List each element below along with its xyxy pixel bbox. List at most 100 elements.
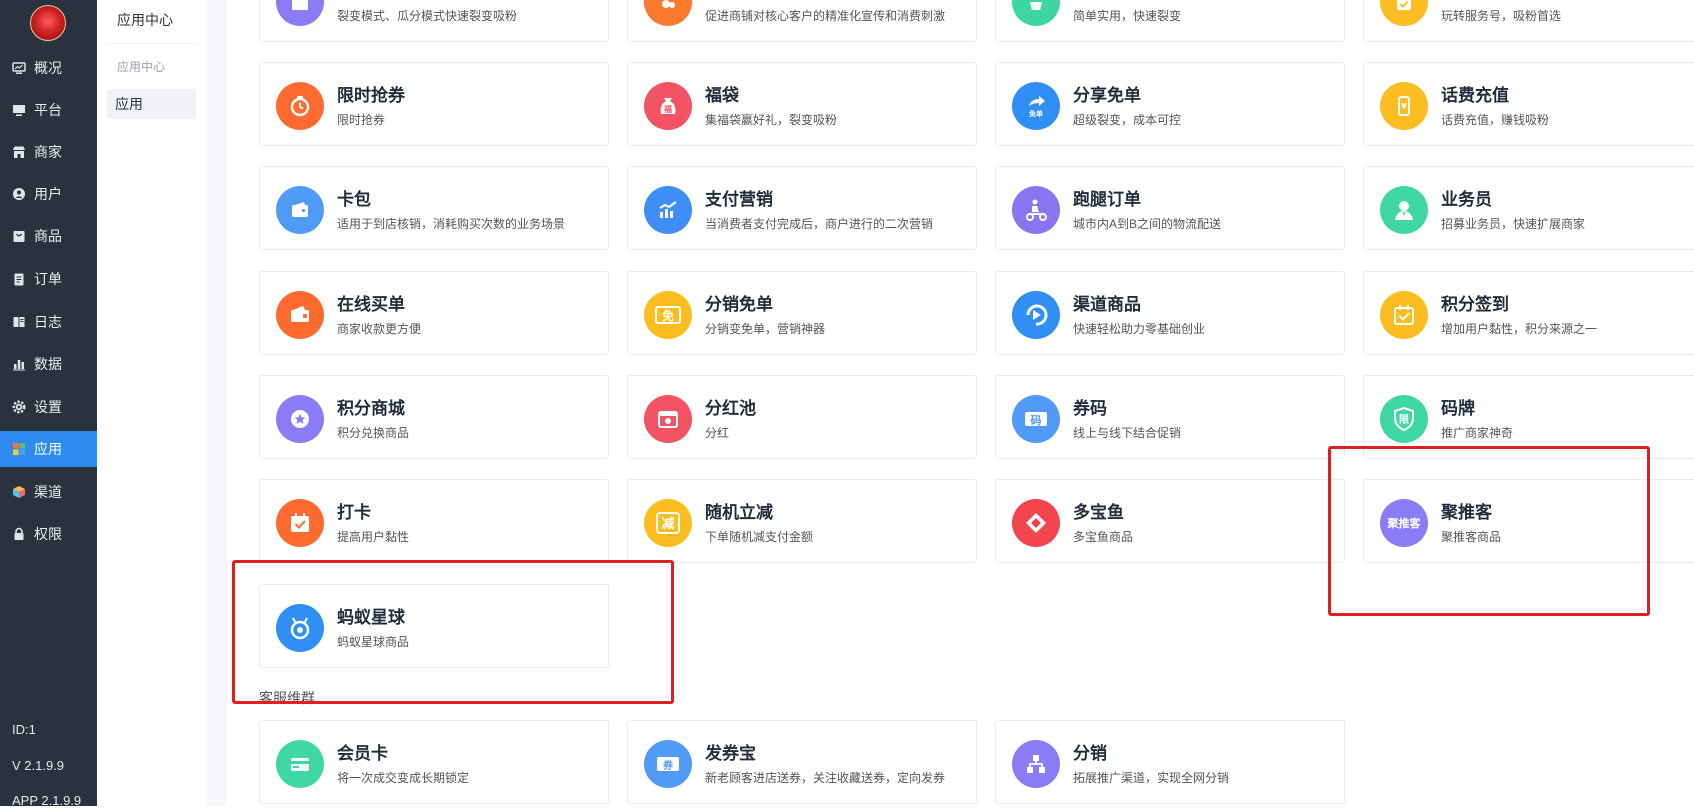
growth-chart-icon [644, 186, 692, 234]
distribution-tree-icon [1012, 740, 1060, 788]
play-circle-icon [1012, 291, 1060, 339]
user-id: ID:1 [12, 722, 36, 737]
app-card-lucky-bag[interactable]: 福 福袋 集福袋赢好礼，裂变吸粉 [627, 62, 977, 146]
app-card-title: 渠道商品 [1073, 295, 1141, 314]
nav-item-label: 渠道 [34, 484, 62, 500]
section-label: 客服维群 [259, 690, 315, 706]
apps-grid-icon [12, 442, 26, 456]
app-card-desc: 集福袋赢好礼，裂变吸粉 [705, 113, 838, 127]
free-ticket-glyph: 免 [662, 308, 674, 323]
gift-icon [276, 0, 324, 26]
app-card-title: 分红池 [705, 399, 756, 418]
app-card-card-wallet[interactable]: 卡包 适用于到店核销，消耗购买次数的业务场景 [259, 166, 609, 250]
app-card-title: 分享免单 [1073, 86, 1141, 105]
app-card-distribution[interactable]: 分销 拓展推广渠道，实现全网分销 [995, 720, 1345, 804]
app-card-channel-products[interactable]: 渠道商品 快速轻松助力零基础创业 [995, 271, 1345, 355]
app-card-phone-recharge[interactable]: ¥ 话费充值 话费充值，赚钱吸粉 [1363, 62, 1694, 146]
app-card-distribution-free[interactable]: 免 分销免单 分销变免单，营销神器 [627, 271, 977, 355]
app-card-title: 福袋 [705, 86, 739, 105]
app-card-title: 跑腿订单 [1073, 190, 1141, 209]
nav-item-users[interactable]: 用户 [0, 176, 97, 212]
app-card-desc: 话费充值，赚钱吸粉 [1441, 113, 1550, 127]
dividend-box-icon [644, 395, 692, 443]
random-discount-icon: 减 [644, 499, 692, 547]
app-card-title: 限时抢券 [337, 86, 405, 105]
app-card-random-discount[interactable]: 减 随机立减 下单随机减支付金额 [627, 479, 977, 563]
app-card-title: 发券宝 [705, 744, 756, 763]
app-card-desc: 促进商铺对核心客户的精准化宣传和消费刺激 [705, 9, 946, 23]
app-card-desc: 下单随机减支付金额 [705, 530, 814, 544]
content-gutter [207, 0, 227, 806]
nav-item-data[interactable]: 数据 [0, 346, 97, 382]
nav-item-merchants[interactable]: 商家 [0, 134, 97, 170]
app-card-title: 业务员 [1441, 190, 1492, 209]
nav-item-settings[interactable]: 设置 [0, 389, 97, 425]
left-navigation: 概况 平台 商家 用户 商品 订单 日志 数据 设置 应用 渠道 权限 ID:1… [0, 0, 97, 808]
app-card-desc: 拓展推广渠道，实现全网分销 [1073, 771, 1230, 785]
free-ticket-icon: 免 [644, 291, 692, 339]
clipboard-icon [12, 272, 26, 286]
app-card-title: 卡包 [337, 190, 371, 209]
app-card-desc: 蚂蚁星球商品 [337, 635, 410, 649]
app-card-share-free[interactable]: 免单 分享免单 超级裂变，成本可控 [995, 62, 1345, 146]
subnav-title: 应用中心 [117, 12, 173, 28]
coupon-code-glyph: 码 [1031, 414, 1042, 427]
nav-item-orders[interactable]: 订单 [0, 261, 97, 297]
nav-item-products[interactable]: 商品 [0, 218, 97, 254]
app-card-errand-orders[interactable]: 跑腿订单 城市内A到B之间的物流配送 [995, 166, 1345, 250]
svg-text:¥: ¥ [1401, 102, 1407, 111]
version-label: V 2.1.9.9 [12, 758, 65, 773]
coupon-send-icon: 券 [644, 740, 692, 788]
app-card-title: 积分商城 [337, 399, 405, 418]
app-card-online-pay[interactable]: 在线买单 商家收款更方便 [259, 271, 609, 355]
chart-monitor-icon [12, 61, 26, 75]
log-book-icon [12, 315, 26, 329]
app-card-coupon-send[interactable]: 券 发券宝 新老顾客进店送券，关注收藏送券，定向发券 [627, 720, 977, 804]
app-card-desc: 增加用户黏性，积分来源之一 [1441, 322, 1598, 336]
app-card-punch-in[interactable]: 打卡 提高用户黏性 [259, 479, 609, 563]
nav-item-label: 订单 [34, 271, 62, 287]
subnav-item-apps[interactable]: 应用 [107, 89, 196, 119]
app-card-desc: 商家收款更方便 [337, 322, 422, 336]
nav-item-apps[interactable]: 应用 [0, 431, 97, 467]
app-card-title: 支付营销 [705, 190, 773, 209]
app-card-title: 券码 [1073, 399, 1107, 418]
nav-item-overview[interactable]: 概况 [0, 50, 97, 86]
app-card-payment-marketing[interactable]: 支付营销 当消费者支付完成后，商户进行的二次营销 [627, 166, 977, 250]
app-card[interactable]: 玩转服务号，吸粉首选 [1363, 0, 1694, 42]
app-card-points-mall[interactable]: 积分商城 积分兑换商品 [259, 375, 609, 459]
nav-item-permissions[interactable]: 权限 [0, 516, 97, 552]
user-group-icon [644, 0, 692, 26]
app-card-jutuike[interactable]: 聚推客 聚推客 聚推客商品 [1363, 479, 1694, 563]
app-card-code-sign[interactable]: 限 码牌 推广商家神奇 [1363, 375, 1694, 459]
bar-chart-icon [12, 357, 26, 371]
nav-item-label: 设置 [34, 399, 62, 415]
app-card[interactable]: 简单实用，快速裂变 [995, 0, 1345, 42]
app-card-coupon-code[interactable]: 码 券码 线上与线下结合促销 [995, 375, 1345, 459]
nav-item-platform[interactable]: 平台 [0, 92, 97, 128]
app-card-dividend-pool[interactable]: 分红池 分红 [627, 375, 977, 459]
app-card[interactable]: 促进商铺对核心客户的精准化宣传和消费刺激 [627, 0, 977, 42]
check-badge-icon [1380, 0, 1428, 26]
brand-logo[interactable] [30, 5, 66, 41]
app-card-member-card[interactable]: 会员卡 将一次成交变成长期锁定 [259, 720, 609, 804]
app-card[interactable]: 裂变模式、瓜分模式快速裂变吸粉 [259, 0, 609, 42]
app-card-desc: 超级裂变，成本可控 [1073, 113, 1182, 127]
share-box-icon [1012, 0, 1060, 26]
app-card-title: 分销免单 [705, 295, 773, 314]
nav-item-channels[interactable]: 渠道 [0, 474, 97, 510]
app-card-desc: 快速轻松助力零基础创业 [1073, 322, 1206, 336]
app-card-desc: 简单实用，快速裂变 [1073, 9, 1182, 23]
nav-item-label: 平台 [34, 102, 62, 118]
app-card-desc: 分销变免单，营销神器 [705, 322, 826, 336]
code-sign-glyph: 限 [1399, 414, 1410, 426]
app-card-duobaoyu[interactable]: 多宝鱼 多宝鱼商品 [995, 479, 1345, 563]
app-card-points-checkin[interactable]: 积分签到 增加用户黏性，积分来源之一 [1363, 271, 1694, 355]
app-card-desc: 当消费者支付完成后，商户进行的二次营销 [705, 217, 934, 231]
app-card-title: 聚推客 [1441, 503, 1492, 522]
app-card-limited-coupon[interactable]: 限时抢券 限时抢券 [259, 62, 609, 146]
app-card-ant-planet[interactable]: 蚂蚁星球 蚂蚁星球商品 [259, 584, 609, 668]
nav-item-logs[interactable]: 日志 [0, 304, 97, 340]
app-card-title: 积分签到 [1441, 295, 1509, 314]
app-card-salesman[interactable]: 业务员 招募业务员，快速扩展商家 [1363, 166, 1694, 250]
